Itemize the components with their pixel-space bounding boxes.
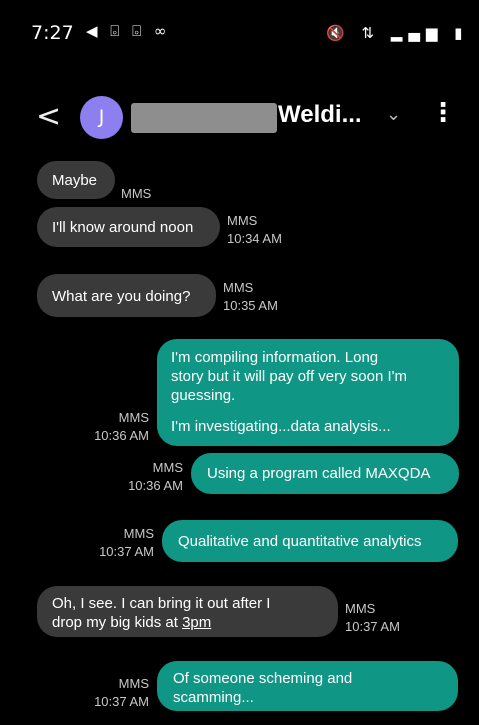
- message-text-line: guessing.: [171, 387, 236, 404]
- message-time: 10:37 AM: [94, 694, 149, 709]
- message-type: MMS: [121, 186, 152, 201]
- message-bubble[interactable]: What are you doing?: [37, 274, 216, 317]
- message-type: MMS: [345, 601, 376, 616]
- time-link[interactable]: 3pm: [182, 614, 211, 631]
- conversation-header: < J Weldi... ⌄ ⋮: [0, 95, 479, 145]
- message-time: 10:35 AM: [223, 298, 278, 313]
- message-bubble[interactable]: Maybe: [37, 161, 115, 199]
- message-time: 10:37 AM: [99, 544, 154, 559]
- contact-name[interactable]: Weldi...: [278, 101, 362, 129]
- message-text-line: drop my big kids at: [52, 614, 183, 631]
- message-bubble[interactable]: I'll know around noon: [37, 207, 220, 247]
- message-type: MMS: [227, 213, 258, 228]
- back-arrow-icon[interactable]: <: [36, 99, 61, 134]
- status-bar: 7:27 ◀ ⌻ ⌻ ∞ 🔇 ⇅ ▂▄▆ ▮: [0, 0, 479, 60]
- message-text-line: I'm investigating...data analysis...: [171, 418, 391, 435]
- message-time: 10:37 AM: [345, 619, 400, 634]
- more-options-icon[interactable]: ⋮: [430, 98, 456, 128]
- message-time: 10:36 AM: [128, 478, 183, 493]
- message-text: Qualitative and quantitative analytics: [178, 533, 422, 550]
- message-bubble[interactable]: I'm compiling information. Long story bu…: [157, 339, 459, 446]
- message-text-line: I'm compiling information. Long: [171, 349, 379, 366]
- message-bubble[interactable]: Using a program called MAXQDA: [191, 453, 459, 494]
- message-text-line: Of someone scheming and: [173, 670, 353, 687]
- message-text: I'll know around noon: [52, 219, 194, 236]
- contact-avatar[interactable]: J: [80, 96, 123, 139]
- message-text: Maybe: [52, 172, 98, 189]
- message-type: MMS: [223, 280, 254, 295]
- status-right-icons: 🔇 ⇅ ▂▄▆ ▮: [326, 24, 469, 42]
- message-time: 10:34 AM: [227, 231, 282, 246]
- message-type: MMS: [123, 526, 154, 541]
- chevron-down-icon[interactable]: ⌄: [386, 104, 401, 125]
- message-text-line: Oh, I see. I can bring it out after I: [52, 595, 271, 612]
- message-text: Using a program called MAXQDA: [207, 465, 431, 482]
- message-bubble[interactable]: Oh, I see. I can bring it out after I dr…: [37, 586, 338, 637]
- message-bubble[interactable]: Of someone scheming and scamming...: [157, 661, 458, 711]
- message-type: MMS: [152, 460, 183, 475]
- redacted-name-block: [131, 103, 277, 133]
- message-type: MMS: [118, 676, 149, 691]
- status-left-icons: ◀ ⌻ ⌻ ∞: [86, 22, 171, 40]
- message-bubble[interactable]: Qualitative and quantitative analytics: [162, 520, 458, 562]
- message-text-line: scamming...: [173, 689, 254, 706]
- message-type: MMS: [118, 410, 149, 425]
- message-text-line: story but it will pay off very soon I'm: [171, 368, 408, 385]
- message-time: 10:36 AM: [94, 428, 149, 443]
- status-time: 7:27: [31, 22, 74, 44]
- message-text: What are you doing?: [52, 288, 191, 305]
